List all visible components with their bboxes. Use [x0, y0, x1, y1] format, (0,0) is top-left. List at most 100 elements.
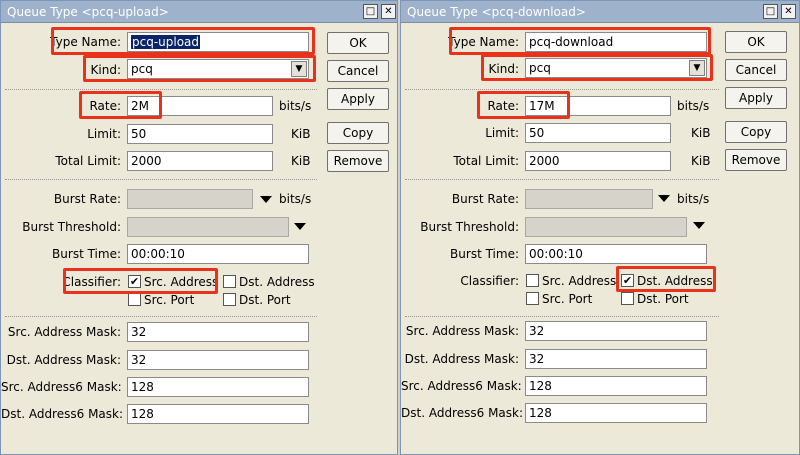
dst-address-mask-label: Dst. Address Mask: [6, 353, 121, 367]
classifier-label: Classifier: [62, 275, 121, 289]
dropdown-arrow-icon[interactable] [693, 222, 705, 229]
rate-value: 2M [131, 99, 149, 113]
src-address-label: Src. Address [542, 274, 617, 288]
separator [405, 316, 719, 317]
dst-address-checkbox[interactable]: ✔ [621, 274, 634, 287]
window-title: Queue Type <pcq-download> [407, 5, 586, 19]
kind-label: Kind: [488, 62, 519, 76]
apply-button[interactable]: Apply [725, 87, 787, 109]
window-titlebar[interactable]: Queue Type <pcq-download> □ ✕ [401, 1, 799, 23]
kind-select[interactable]: pcq ▼ [525, 58, 707, 78]
apply-button[interactable]: Apply [327, 88, 389, 110]
burst-rate-input[interactable] [525, 189, 653, 209]
burst-threshold-label: Burst Threshold: [22, 220, 121, 234]
src-port-label: Src. Port [144, 293, 195, 307]
dropdown-arrow-icon[interactable]: ▼ [291, 61, 307, 77]
dst-address6-mask-label: Dst. Address6 Mask: [1, 407, 124, 421]
src-port-label: Src. Port [542, 292, 593, 306]
copy-button[interactable]: Copy [327, 122, 389, 144]
total-limit-label: Total Limit: [55, 154, 121, 168]
dst-port-label: Dst. Port [239, 293, 291, 307]
maximize-icon[interactable]: □ [763, 4, 778, 19]
rate-unit: bits/s [677, 99, 710, 113]
ok-button[interactable]: OK [725, 31, 787, 53]
burst-time-input[interactable]: 00:00:10 [127, 244, 309, 264]
src-address6-mask-value: 128 [529, 379, 552, 393]
dst-address-label: Dst. Address [637, 274, 713, 288]
limit-input[interactable]: 50 [525, 123, 671, 143]
dst-address-checkbox[interactable] [223, 275, 236, 288]
total-limit-input[interactable]: 2000 [127, 151, 273, 171]
limit-value: 50 [131, 127, 147, 141]
rate-label: Rate: [89, 99, 121, 113]
kind-value: pcq [131, 62, 153, 76]
src-address6-mask-label: Src. Address6 Mask: [401, 379, 522, 393]
burst-rate-unit: bits/s [677, 192, 710, 206]
src-address-mask-input[interactable]: 32 [127, 322, 309, 342]
dst-address6-mask-input[interactable]: 128 [127, 404, 309, 424]
limit-input[interactable]: 50 [127, 124, 273, 144]
burst-time-input[interactable]: 00:00:10 [525, 244, 707, 264]
kind-select[interactable]: pcq ▼ [127, 59, 309, 79]
close-icon[interactable]: ✕ [381, 4, 396, 19]
dst-port-label: Dst. Port [637, 292, 689, 306]
burst-time-value: 00:00:10 [529, 247, 583, 261]
ok-button[interactable]: OK [327, 32, 389, 54]
separator [5, 179, 317, 180]
separator [5, 89, 317, 90]
queue-type-window-upload: Queue Type <pcq-upload> □ ✕ Type Name: p… [0, 0, 398, 455]
burst-threshold-input[interactable] [127, 217, 289, 237]
dst-address-mask-input[interactable]: 32 [525, 349, 707, 369]
burst-rate-input[interactable] [127, 189, 253, 209]
window-titlebar[interactable]: Queue Type <pcq-upload> □ ✕ [1, 1, 397, 23]
kind-label: Kind: [90, 63, 121, 77]
kind-value: pcq [529, 61, 551, 75]
dropdown-arrow-icon[interactable] [658, 195, 670, 202]
dst-address-label: Dst. Address [239, 275, 315, 289]
remove-button[interactable]: Remove [327, 150, 389, 172]
queue-type-window-download: Queue Type <pcq-download> □ ✕ Type Name:… [400, 0, 800, 455]
separator [405, 179, 719, 180]
dst-port-checkbox[interactable] [223, 293, 236, 306]
rate-value: 17M [529, 99, 555, 113]
maximize-icon[interactable]: □ [363, 4, 378, 19]
dst-port-checkbox[interactable] [621, 292, 634, 305]
burst-time-label: Burst Time: [450, 247, 519, 261]
src-address-mask-value: 32 [131, 325, 147, 339]
src-port-checkbox[interactable] [128, 293, 141, 306]
dst-address-mask-value: 32 [131, 353, 147, 367]
limit-unit: KiB [291, 127, 311, 141]
total-limit-unit: KiB [291, 154, 311, 168]
type-name-input[interactable]: pcq-upload [127, 32, 309, 52]
separator [405, 89, 719, 90]
src-address6-mask-input[interactable]: 128 [525, 376, 707, 396]
src-address-label: Src. Address [144, 275, 219, 289]
dst-address-mask-input[interactable]: 32 [127, 350, 309, 370]
cancel-button[interactable]: Cancel [725, 59, 787, 81]
total-limit-label: Total Limit: [453, 154, 519, 168]
close-icon[interactable]: ✕ [781, 4, 796, 19]
burst-threshold-input[interactable] [525, 217, 687, 237]
total-limit-value: 2000 [131, 154, 162, 168]
src-address-checkbox[interactable]: ✔ [128, 275, 141, 288]
dst-address6-mask-input[interactable]: 128 [525, 403, 707, 423]
dropdown-arrow-icon[interactable] [294, 223, 306, 230]
checkmark-icon: ✔ [129, 275, 140, 288]
dropdown-arrow-icon[interactable]: ▼ [689, 60, 705, 76]
src-address6-mask-input[interactable]: 128 [127, 377, 309, 397]
type-name-value: pcq-upload [131, 35, 201, 49]
src-port-checkbox[interactable] [526, 292, 539, 305]
rate-input[interactable]: 2M [127, 96, 273, 116]
total-limit-input[interactable]: 2000 [525, 151, 671, 171]
copy-button[interactable]: Copy [725, 121, 787, 143]
type-name-input[interactable]: pcq-download [525, 32, 707, 52]
src-address6-mask-label: Src. Address6 Mask: [1, 380, 122, 394]
dropdown-arrow-icon[interactable] [260, 196, 272, 203]
src-address6-mask-value: 128 [131, 380, 154, 394]
src-address-mask-input[interactable]: 32 [525, 321, 707, 341]
remove-button[interactable]: Remove [725, 149, 787, 171]
rate-input[interactable]: 17M [525, 96, 671, 116]
src-address-checkbox[interactable] [526, 274, 539, 287]
cancel-button[interactable]: Cancel [327, 60, 389, 82]
total-limit-value: 2000 [529, 154, 560, 168]
